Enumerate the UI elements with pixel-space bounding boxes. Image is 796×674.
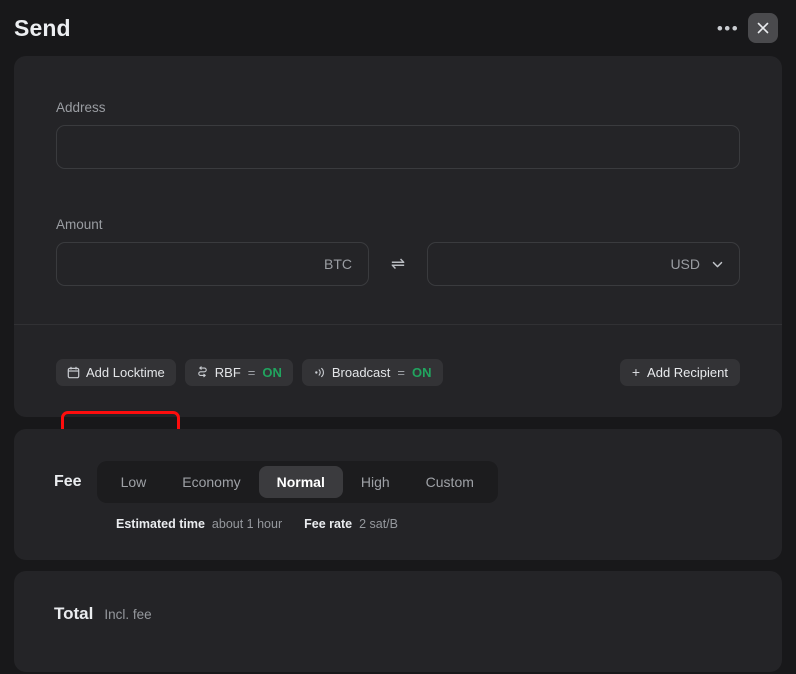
- total-card: Total Incl. fee: [14, 571, 782, 672]
- dialog-header: Send •••: [0, 0, 796, 56]
- amount-crypto-input[interactable]: BTC: [56, 242, 369, 286]
- broadcast-label: Broadcast: [331, 364, 391, 380]
- amount-fiat-input[interactable]: USD: [427, 242, 740, 286]
- header-actions: •••: [714, 13, 778, 43]
- amount-fiat-unit: USD: [670, 256, 700, 272]
- send-dialog: Send ••• Address Amount BTC ⇌ USD Add Lo…: [0, 0, 796, 674]
- fee-option-normal[interactable]: Normal: [258, 466, 343, 498]
- amount-row: BTC ⇌ USD: [56, 242, 740, 286]
- currency-swap-icon[interactable]: ⇌: [369, 254, 427, 274]
- amount-label: Amount: [56, 217, 103, 232]
- add-recipient-label: Add Recipient: [647, 364, 728, 380]
- rbf-toggle[interactable]: RBF = ON: [184, 358, 293, 386]
- more-options-button[interactable]: •••: [714, 14, 742, 42]
- fee-option-low[interactable]: Low: [103, 466, 165, 498]
- add-recipient-button[interactable]: + Add Recipient: [619, 358, 740, 386]
- broadcast-toggle[interactable]: Broadcast = ON: [301, 358, 443, 386]
- add-locktime-label: Add Locktime: [86, 364, 165, 380]
- address-label: Address: [56, 100, 106, 115]
- broadcast-icon: [313, 366, 326, 379]
- fee-option-custom[interactable]: Custom: [408, 466, 492, 498]
- form-divider: [14, 324, 782, 325]
- chevron-down-icon[interactable]: [710, 257, 725, 272]
- broadcast-value: ON: [412, 364, 432, 380]
- estimated-time-label: Estimated time: [116, 517, 205, 531]
- total-sublabel: Incl. fee: [104, 607, 152, 622]
- page-title: Send: [14, 14, 71, 41]
- fee-option-economy[interactable]: Economy: [164, 466, 258, 498]
- fee-rate-label: Fee rate: [304, 517, 353, 531]
- close-icon: [756, 21, 770, 35]
- fee-option-high[interactable]: High: [343, 466, 408, 498]
- broadcast-separator: =: [397, 364, 405, 380]
- send-form-card: Address Amount BTC ⇌ USD Add Locktime RB…: [14, 56, 782, 450]
- calendar-icon: [67, 366, 80, 379]
- address-field-group: Address: [56, 100, 740, 169]
- fee-rate-value: 2 sat/B: [359, 517, 398, 531]
- fee-row: Fee Low Economy Normal High Custom: [54, 461, 498, 503]
- swap-vertical-icon: [196, 365, 209, 379]
- fee-label: Fee: [54, 473, 82, 490]
- fee-segmented-control: Low Economy Normal High Custom: [96, 461, 498, 503]
- rbf-label: RBF: [214, 364, 241, 380]
- estimated-time-value: about 1 hour: [211, 517, 283, 531]
- plus-icon: +: [631, 364, 641, 380]
- address-input[interactable]: [56, 125, 740, 169]
- amount-field-group: Amount BTC ⇌ USD: [56, 217, 740, 286]
- close-button[interactable]: [748, 13, 778, 43]
- rbf-value: ON: [262, 364, 282, 380]
- transaction-options-row: Add Locktime RBF = ON Broadcast = ON + A…: [56, 357, 740, 387]
- fee-meta-row: Estimated time about 1 hour Fee rate 2 s…: [116, 517, 398, 531]
- fee-card: Fee Low Economy Normal High Custom Estim…: [14, 429, 782, 560]
- amount-crypto-unit: BTC: [324, 256, 352, 272]
- rbf-separator: =: [247, 364, 256, 380]
- total-row: Total Incl. fee: [54, 604, 163, 624]
- add-locktime-button[interactable]: Add Locktime: [56, 358, 176, 386]
- total-label: Total: [54, 604, 94, 623]
